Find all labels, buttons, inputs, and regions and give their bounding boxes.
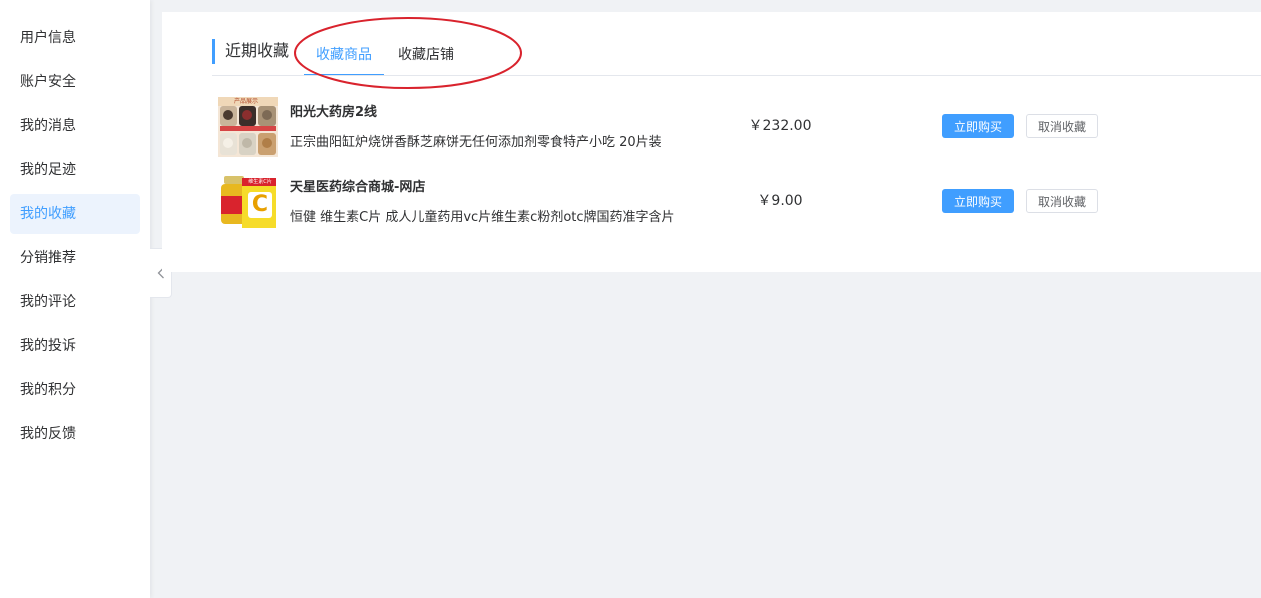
product-price: ￥9.00 bbox=[757, 193, 803, 209]
product-price: ￥232.00 bbox=[748, 118, 812, 134]
sidebar-item-points[interactable]: 我的积分 bbox=[10, 370, 140, 410]
food-product-thumbnail[interactable]: 产品展示 bbox=[218, 97, 278, 157]
vitamin-c-bottle-thumbnail[interactable]: 维生素C片 C bbox=[218, 172, 278, 232]
tab-label: 收藏商品 bbox=[316, 47, 372, 63]
sidebar-item-complaints[interactable]: 我的投诉 bbox=[10, 326, 140, 366]
sidebar-item-favorites[interactable]: 我的收藏 bbox=[10, 194, 140, 234]
sidebar-item-distribution[interactable]: 分销推荐 bbox=[10, 238, 140, 278]
cancel-favorite-button[interactable]: 取消收藏 bbox=[1026, 189, 1098, 213]
sidebar-item-messages[interactable]: 我的消息 bbox=[10, 106, 140, 146]
tab-favorite-products[interactable]: 收藏商品 bbox=[304, 40, 384, 76]
favorite-row: 维生素C片 C 天星医药综合商城-网店 恒健 维生素C片 成人儿童药用vc片维生… bbox=[218, 172, 1218, 234]
sidebar-item-user-info[interactable]: 用户信息 bbox=[10, 18, 140, 58]
buy-now-button[interactable]: 立即购买 bbox=[942, 114, 1014, 138]
thumbnail-caption: 维生素C片 bbox=[248, 179, 272, 185]
vitamin-c-letter: C bbox=[251, 192, 269, 217]
product-description[interactable]: 正宗曲阳缸炉烧饼香酥芝麻饼无任何添加剂零食特产小吃 20片装 bbox=[290, 131, 690, 150]
sidebar-item-account-security[interactable]: 账户安全 bbox=[10, 62, 140, 102]
sidebar-item-footprints[interactable]: 我的足迹 bbox=[10, 150, 140, 190]
favorites-panel: 近期收藏 收藏商品 收藏店铺 产品展示 阳光大药房2线 正宗曲阳缸炉烧饼香酥芝麻… bbox=[162, 12, 1261, 272]
shop-name[interactable]: 天星医药综合商城-网店 bbox=[290, 176, 425, 195]
cancel-favorite-button[interactable]: 取消收藏 bbox=[1026, 114, 1098, 138]
favorite-row: 产品展示 阳光大药房2线 正宗曲阳缸炉烧饼香酥芝麻饼无任何添加剂零食特产小吃 2… bbox=[218, 97, 1218, 159]
buy-now-button[interactable]: 立即购买 bbox=[942, 189, 1014, 213]
tab-label: 收藏店铺 bbox=[398, 47, 454, 63]
sidebar-item-feedback[interactable]: 我的反馈 bbox=[10, 414, 140, 454]
sidebar-item-reviews[interactable]: 我的评论 bbox=[10, 282, 140, 322]
product-description[interactable]: 恒健 维生素C片 成人儿童药用vc片维生素c粉剂otc牌国药准字含片 bbox=[290, 206, 690, 225]
header-divider bbox=[212, 75, 1261, 76]
page-title: 近期收藏 bbox=[225, 41, 290, 60]
tab-favorite-shops[interactable]: 收藏店铺 bbox=[386, 40, 466, 76]
shop-name[interactable]: 阳光大药房2线 bbox=[290, 101, 377, 120]
sidebar: 用户信息 账户安全 我的消息 我的足迹 我的收藏 分销推荐 我的评论 我的投诉 … bbox=[0, 0, 150, 598]
thumbnail-caption: 产品展示 bbox=[234, 98, 259, 105]
title-accent-bar bbox=[212, 39, 215, 64]
